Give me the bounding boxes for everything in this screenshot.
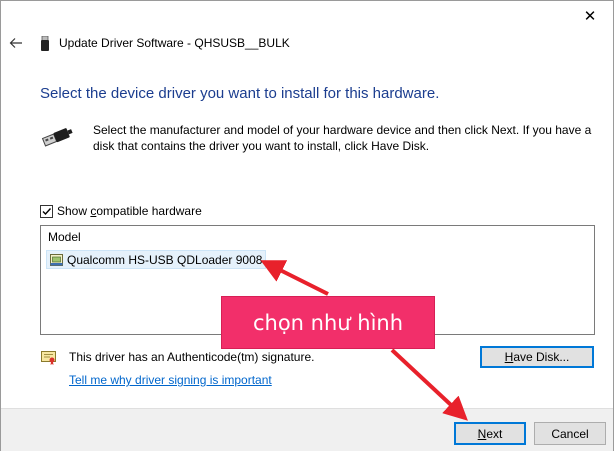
cancel-label: Cancel <box>551 426 589 441</box>
page-heading: Select the device driver you want to ins… <box>40 85 440 102</box>
driver-icon <box>50 253 63 266</box>
show-compatible-label: Show compatible hardware <box>57 204 202 218</box>
back-arrow-icon[interactable] <box>8 35 24 51</box>
close-icon: ✕ <box>583 7 597 25</box>
usb-cable-icon <box>41 128 73 147</box>
have-disk-label: Have Disk... <box>504 350 570 364</box>
model-column-header: Model <box>48 230 81 244</box>
update-driver-window: ✕ Update Driver Software - QHSUSB__BULK … <box>0 0 614 451</box>
signature-status-text: This driver has an Authenticode(tm) sign… <box>69 350 315 364</box>
show-compatible-checkbox-row[interactable]: Show compatible hardware <box>40 204 202 218</box>
wizard-footer: Next Cancel <box>1 408 613 451</box>
next-button[interactable]: Next <box>454 422 526 445</box>
annotation-text: chọn như hình <box>252 310 404 335</box>
checkmark-icon <box>42 207 52 215</box>
next-label: Next <box>477 426 503 441</box>
instructions-text: Select the manufacturer and model of you… <box>93 123 592 153</box>
list-item-label: Qualcomm HS-USB QDLoader 9008 <box>67 252 263 267</box>
show-compatible-checkbox[interactable] <box>40 204 53 218</box>
annotation-callout: chọn như hình <box>221 296 435 349</box>
certificate-icon <box>41 351 56 365</box>
driver-signing-link[interactable]: Tell me why driver signing is important <box>69 373 272 387</box>
have-disk-button[interactable]: Have Disk... <box>480 346 594 368</box>
close-button[interactable]: ✕ <box>567 1 613 30</box>
window-title: Update Driver Software - QHSUSB__BULK <box>59 36 290 50</box>
list-item-qualcomm-qdloader[interactable]: Qualcomm HS-USB QDLoader 9008 <box>46 250 267 269</box>
usb-device-icon <box>41 36 49 51</box>
wizard-header: Update Driver Software - QHSUSB__BULK <box>1 32 613 58</box>
cancel-button[interactable]: Cancel <box>534 422 606 445</box>
